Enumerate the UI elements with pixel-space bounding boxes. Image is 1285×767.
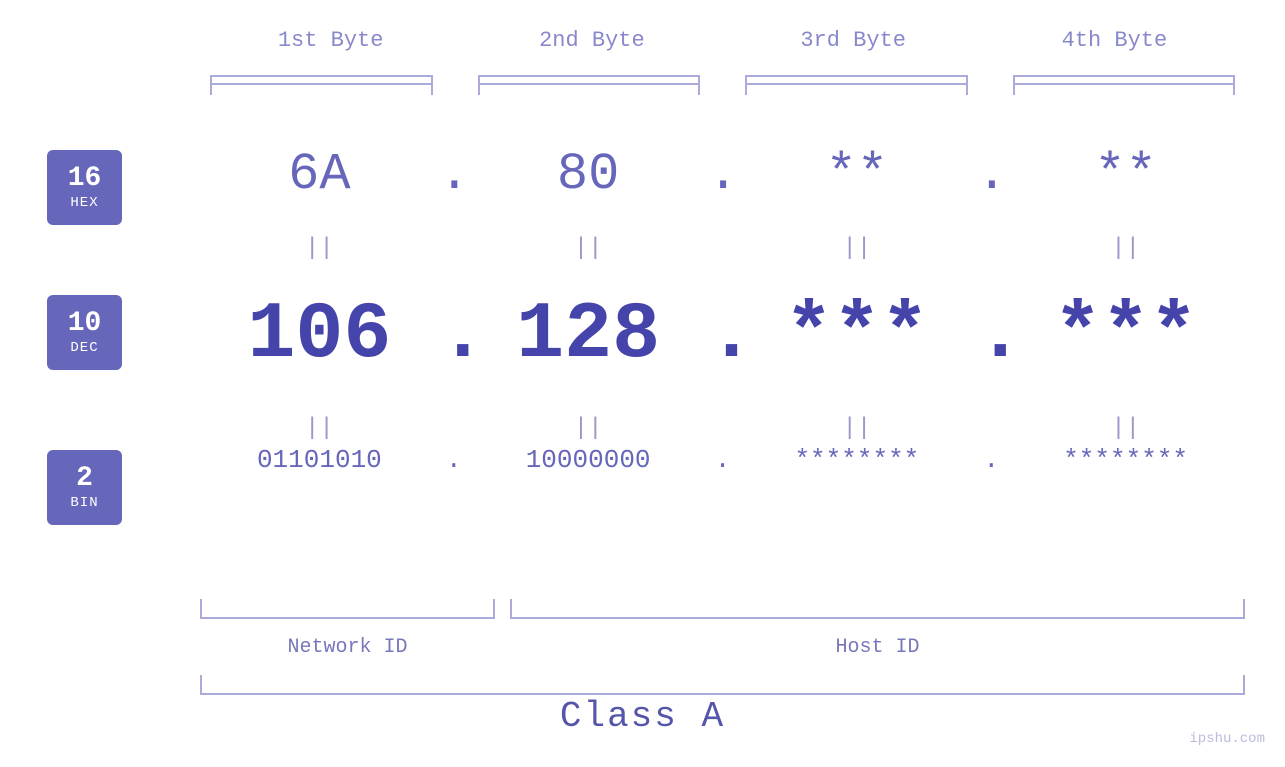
byte4-header: 4th Byte [984,28,1245,53]
hex-byte3: ** [738,145,977,204]
dot-hex-1: . [439,145,469,204]
dot-bin-2: . [708,445,738,475]
eq2-b2: || [469,415,708,442]
host-id-label: Host ID [510,636,1245,659]
bracket-byte4 [1013,75,1236,95]
bin-byte3: ******** [738,445,977,475]
byte-headers-row: 1st Byte 2nd Byte 3rd Byte 4th Byte [200,28,1245,53]
bin-byte4: ******** [1006,445,1245,475]
class-bracket [200,675,1245,695]
dec-byte2: 128 [469,290,708,381]
equals-row-2: || || || || [200,415,1245,442]
base-hex-label: 16 HEX [47,150,122,225]
dec-byte4: *** [1006,290,1245,381]
eq2-b1: || [200,415,439,442]
eq2-b4: || [1006,415,1245,442]
dec-byte1: 106 [200,290,439,381]
dot-hex-2: . [708,145,738,204]
hex-row: 6A . 80 . ** . ** [200,145,1245,204]
dec-row: 106 . 128 . *** . *** [200,290,1245,381]
hex-byte2: 80 [469,145,708,204]
main-container: 1st Byte 2nd Byte 3rd Byte 4th Byte [0,0,1285,767]
bracket-byte2 [478,75,701,95]
bracket-byte3 [745,75,968,95]
class-label: Class A [0,696,1285,737]
byte2-header: 2nd Byte [461,28,722,53]
eq1-b3: || [738,235,977,262]
eq1-b1: || [200,235,439,262]
equals-row-1: || || || || [200,235,1245,262]
bin-byte2: 10000000 [469,445,708,475]
dot-bin-3: . [976,445,1006,475]
dot-bin-1: . [439,445,469,475]
dot-dec-2: . [708,290,738,381]
eq1-b2: || [469,235,708,262]
network-id-label: Network ID [200,636,495,659]
dot-dec-3: . [976,290,1006,381]
base-bin-label: 2 BIN [47,450,122,525]
dot-hex-3: . [976,145,1006,204]
bracket-byte1 [210,75,433,95]
top-brackets [200,75,1245,95]
byte3-header: 3rd Byte [723,28,984,53]
dec-byte3: *** [738,290,977,381]
byte1-header: 1st Byte [200,28,461,53]
eq1-b4: || [1006,235,1245,262]
dot-dec-1: . [439,290,469,381]
eq2-b3: || [738,415,977,442]
base-dec-label: 10 DEC [47,295,122,370]
watermark: ipshu.com [1189,731,1265,747]
bin-byte1: 01101010 [200,445,439,475]
network-id-bracket [200,599,495,619]
hex-byte1: 6A [200,145,439,204]
bin-row: 01101010 . 10000000 . ******** . *******… [200,445,1245,475]
host-id-bracket [510,599,1245,619]
hex-byte4: ** [1006,145,1245,204]
